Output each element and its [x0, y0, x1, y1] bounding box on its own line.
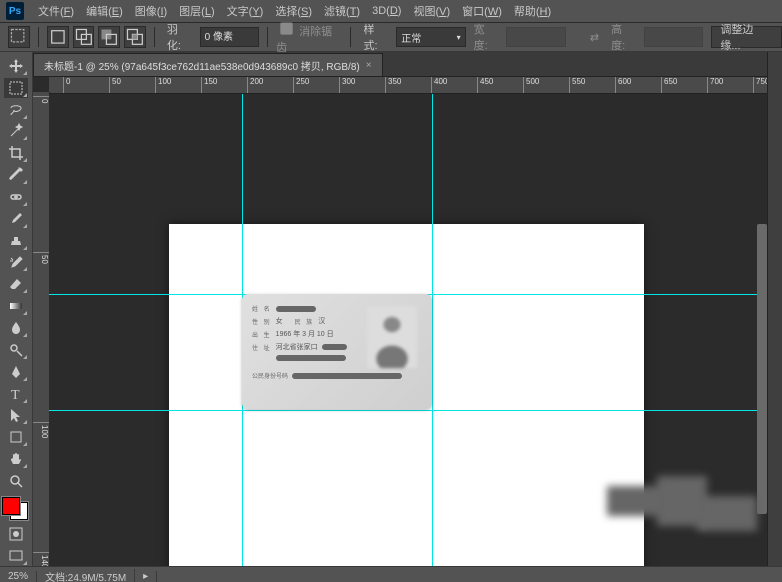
- color-swatches[interactable]: [2, 497, 30, 522]
- document-tab-bar: 未标题-1 @ 25% (97a645f3ce762d11ae538e0d943…: [33, 52, 767, 77]
- height-input: [644, 27, 703, 47]
- vertical-scrollbar[interactable]: [757, 224, 767, 514]
- document-tab[interactable]: 未标题-1 @ 25% (97a645f3ce762d11ae538e0d943…: [33, 53, 383, 76]
- gradient-tool[interactable]: [4, 296, 28, 316]
- intersect-selection-button[interactable]: [124, 26, 146, 48]
- feather-input[interactable]: 0 像素: [200, 27, 259, 47]
- history-brush-tool[interactable]: [4, 253, 28, 273]
- menu-file[interactable]: 文件(F): [32, 3, 80, 19]
- menu-view[interactable]: 视图(V): [407, 3, 456, 19]
- zoom-tool[interactable]: [4, 471, 28, 491]
- watermark: [607, 476, 757, 536]
- width-label: 宽度:: [474, 21, 499, 53]
- ruler-horizontal[interactable]: 0 50 100 150 200 250 300 350 400 450 500…: [49, 77, 767, 94]
- style-select[interactable]: 正常▾: [396, 27, 465, 47]
- menu-layer[interactable]: 图层(L): [173, 3, 220, 19]
- blur-tool[interactable]: [4, 318, 28, 338]
- status-menu-button[interactable]: ▸: [135, 571, 157, 582]
- subtract-selection-button[interactable]: [98, 26, 120, 48]
- foreground-color-swatch[interactable]: [2, 497, 20, 515]
- healing-brush-tool[interactable]: [4, 187, 28, 207]
- lasso-tool[interactable]: [4, 100, 28, 120]
- height-label: 高度:: [611, 21, 636, 53]
- menu-window[interactable]: 窗口(W): [456, 3, 508, 19]
- chevron-down-icon: ▾: [457, 33, 461, 42]
- app-logo: Ps: [6, 2, 24, 20]
- new-selection-button[interactable]: [47, 26, 69, 48]
- status-bar: 25% 文档:24.9M/5.75M ▸: [0, 566, 782, 582]
- zoom-level[interactable]: 25%: [0, 571, 37, 582]
- add-selection-button[interactable]: [73, 26, 95, 48]
- pen-tool[interactable]: [4, 362, 28, 382]
- eyedropper-tool[interactable]: [4, 165, 28, 185]
- options-bar: 羽化: 0 像素 消除锯齿 样式: 正常▾ 宽度: ⇄ 高度: 调整边缘...: [0, 23, 782, 52]
- ruler-vertical[interactable]: 0 50 100 140: [33, 92, 50, 566]
- menu-filter[interactable]: 滤镜(T): [318, 3, 366, 19]
- clone-stamp-tool[interactable]: [4, 231, 28, 251]
- feather-label: 羽化:: [167, 21, 192, 53]
- doc-size[interactable]: 文档:24.9M/5.75M: [37, 569, 135, 582]
- crop-tool[interactable]: [4, 143, 28, 163]
- menu-type[interactable]: 文字(Y): [221, 3, 270, 19]
- screenmode-button[interactable]: [4, 546, 28, 566]
- guide-horizontal[interactable]: [49, 410, 767, 411]
- dodge-tool[interactable]: [4, 340, 28, 360]
- move-tool[interactable]: [4, 56, 28, 76]
- workspace: 未标题-1 @ 25% (97a645f3ce762d11ae538e0d943…: [33, 52, 767, 566]
- menu-bar: Ps 文件(F) 编辑(E) 图像(I) 图层(L) 文字(Y) 选择(S) 滤…: [0, 0, 782, 23]
- menu-image[interactable]: 图像(I): [129, 3, 173, 19]
- document-tab-title: 未标题-1 @ 25% (97a645f3ce762d11ae538e0d943…: [44, 58, 360, 73]
- id-photo: [367, 306, 417, 368]
- id-card-image: 姓 名 性 别女 民 族汉 出 生1966 年 3 月 10 日 住 址河北省张…: [242, 294, 432, 409]
- menu-select[interactable]: 选择(S): [269, 3, 318, 19]
- svg-text:T: T: [11, 388, 20, 402]
- panel-dock[interactable]: [767, 52, 782, 566]
- tool-preset-button[interactable]: [8, 26, 30, 48]
- brush-tool[interactable]: [4, 209, 28, 229]
- refine-edge-button[interactable]: 调整边缘...: [711, 26, 782, 48]
- magic-wand-tool[interactable]: [4, 122, 28, 142]
- guide-vertical[interactable]: [432, 94, 433, 566]
- shape-tool[interactable]: [4, 427, 28, 447]
- width-input: [506, 27, 565, 47]
- type-tool[interactable]: T: [4, 384, 28, 404]
- menu-3d[interactable]: 3D(D): [366, 5, 407, 17]
- marquee-tool[interactable]: [4, 78, 28, 98]
- canvas[interactable]: 姓 名 性 别女 民 族汉 出 生1966 年 3 月 10 日 住 址河北省张…: [49, 94, 767, 566]
- antialias-checkbox: [280, 22, 293, 35]
- eraser-tool[interactable]: [4, 274, 28, 294]
- hand-tool[interactable]: [4, 449, 28, 469]
- close-tab-button[interactable]: ×: [366, 60, 372, 71]
- tools-panel: T: [0, 52, 33, 566]
- menu-edit[interactable]: 编辑(E): [80, 3, 129, 19]
- menu-help[interactable]: 帮助(H): [508, 3, 557, 19]
- style-label: 样式:: [363, 21, 388, 53]
- path-selection-tool[interactable]: [4, 406, 28, 426]
- quickmask-button[interactable]: [4, 524, 28, 544]
